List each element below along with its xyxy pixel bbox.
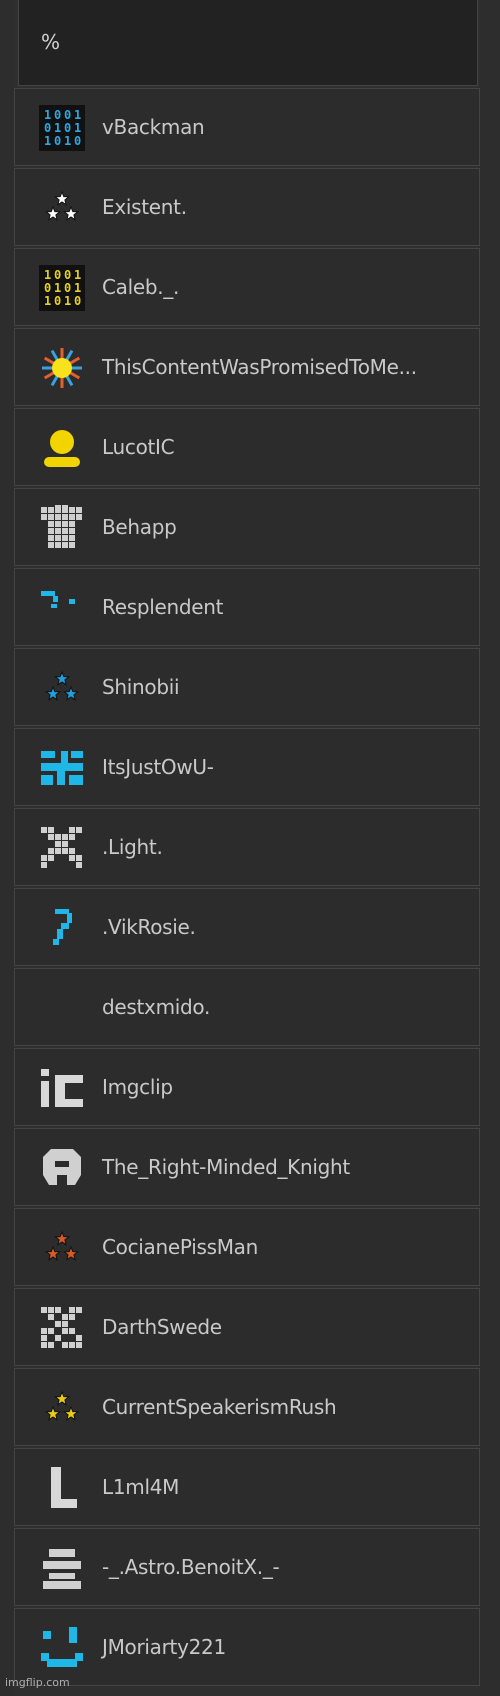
svg-text:1: 1 [54, 281, 61, 295]
checker-grey-icon [39, 1305, 85, 1351]
member-name: Resplendent [102, 595, 224, 619]
member-row[interactable]: ItsJustOwU- [14, 728, 480, 806]
member-row[interactable]: ThisContentWasPromisedToMe... [14, 328, 480, 406]
member-row[interactable]: 1 0 0 1 0 1 0 1 1 0 1 0 Caleb._. [14, 248, 480, 326]
member-row[interactable]: CocianePissMan [14, 1208, 480, 1286]
stack-grey-icon [39, 1545, 85, 1591]
svg-text:1: 1 [44, 268, 51, 282]
watermark: imgflip.com [5, 1676, 70, 1689]
member-name: LucotIC [102, 435, 175, 459]
member-row[interactable]: DarthSwede [14, 1288, 480, 1366]
member-row[interactable]: CurrentSpeakerismRush [14, 1368, 480, 1446]
member-list: 1 0 0 1 0 1 0 1 1 0 1 0 vBackman Existent. 1 0 0 1 0 1 0 1 1 0 1… [14, 88, 480, 1688]
member-row[interactable]: Resplendent [14, 568, 480, 646]
stars-orange-icon [39, 1225, 85, 1271]
member-name: L1ml4M [102, 1475, 180, 1499]
svg-text:0: 0 [64, 281, 71, 295]
member-row[interactable]: The_Right-Minded_Knight [14, 1128, 480, 1206]
member-name: ThisContentWasPromisedToMe... [102, 355, 417, 379]
member-name: CurrentSpeakerismRush [102, 1395, 337, 1419]
member-row[interactable]: Imgclip [14, 1048, 480, 1126]
binary-blue-icon: 100101011010 [39, 105, 85, 151]
svg-text:1: 1 [44, 294, 51, 308]
svg-text:0: 0 [74, 134, 81, 148]
x-grey-icon [39, 825, 85, 871]
question-blue-icon [39, 905, 85, 951]
member-name: JMoriarty221 [102, 1635, 226, 1659]
member-name: DarthSwede [102, 1315, 222, 1339]
member-name: Imgclip [102, 1075, 173, 1099]
member-name: vBackman [102, 115, 205, 139]
svg-text:0: 0 [54, 294, 61, 308]
svg-text:1: 1 [74, 268, 81, 282]
svg-text:1: 1 [54, 121, 61, 135]
member-name: ItsJustOwU- [102, 755, 214, 779]
member-name: CocianePissMan [102, 1235, 258, 1259]
maze-blue-icon [39, 745, 85, 791]
member-name: .VikRosie. [102, 915, 196, 939]
member-row[interactable]: .VikRosie. [14, 888, 480, 966]
svg-text:0: 0 [44, 121, 51, 135]
member-row[interactable]: JMoriarty221 [14, 1608, 480, 1686]
svg-text:0: 0 [64, 121, 71, 135]
member-name: Shinobii [102, 675, 180, 699]
smile-blue-icon [39, 1625, 85, 1671]
helmet-grey-icon [39, 1145, 85, 1191]
list-header: % [18, 0, 478, 86]
member-name: .Light. [102, 835, 163, 859]
svg-text:0: 0 [54, 134, 61, 148]
member-name: Behapp [102, 515, 177, 539]
stars-white-icon [39, 185, 85, 231]
member-row[interactable]: LucotIC [14, 408, 480, 486]
svg-text:1: 1 [74, 121, 81, 135]
header-label: % [41, 30, 61, 54]
svg-text:1: 1 [74, 108, 81, 122]
pixel-dots-blue-icon [39, 585, 85, 631]
member-row[interactable]: .Light. [14, 808, 480, 886]
member-row[interactable]: L1ml4M [14, 1448, 480, 1526]
svg-text:0: 0 [54, 268, 61, 282]
svg-text:1: 1 [64, 294, 71, 308]
stars-blue-icon [39, 665, 85, 711]
svg-text:0: 0 [54, 108, 61, 122]
svg-text:0: 0 [64, 268, 71, 282]
member-name: destxmido. [102, 995, 211, 1019]
member-row[interactable]: Behapp [14, 488, 480, 566]
member-row[interactable]: Shinobii [14, 648, 480, 726]
svg-text:1: 1 [74, 281, 81, 295]
svg-text:1: 1 [44, 108, 51, 122]
l-grey-icon [39, 1465, 85, 1511]
svg-text:0: 0 [74, 294, 81, 308]
member-name: -_.Astro.BenoitX._- [102, 1555, 280, 1579]
binary-yellow-icon: 100101011010 [39, 265, 85, 311]
shirt-grey-icon [39, 505, 85, 551]
svg-text:0: 0 [44, 281, 51, 295]
member-row[interactable]: -_.Astro.BenoitX._- [14, 1528, 480, 1606]
member-row[interactable]: destxmido. [14, 968, 480, 1046]
member-name: Existent. [102, 195, 187, 219]
svg-text:0: 0 [64, 108, 71, 122]
svg-text:1: 1 [64, 134, 71, 148]
avatar-empty [39, 985, 85, 1031]
svg-text:1: 1 [44, 134, 51, 148]
sun-burst-icon [39, 345, 85, 391]
stars-yellow-icon [39, 1385, 85, 1431]
member-row[interactable]: Existent. [14, 168, 480, 246]
person-yellow-icon [39, 425, 85, 471]
member-row[interactable]: 1 0 0 1 0 1 0 1 1 0 1 0 vBackman [14, 88, 480, 166]
member-name: The_Right-Minded_Knight [102, 1155, 350, 1179]
member-name: Caleb._. [102, 275, 180, 299]
ic-grey-icon [39, 1065, 85, 1111]
